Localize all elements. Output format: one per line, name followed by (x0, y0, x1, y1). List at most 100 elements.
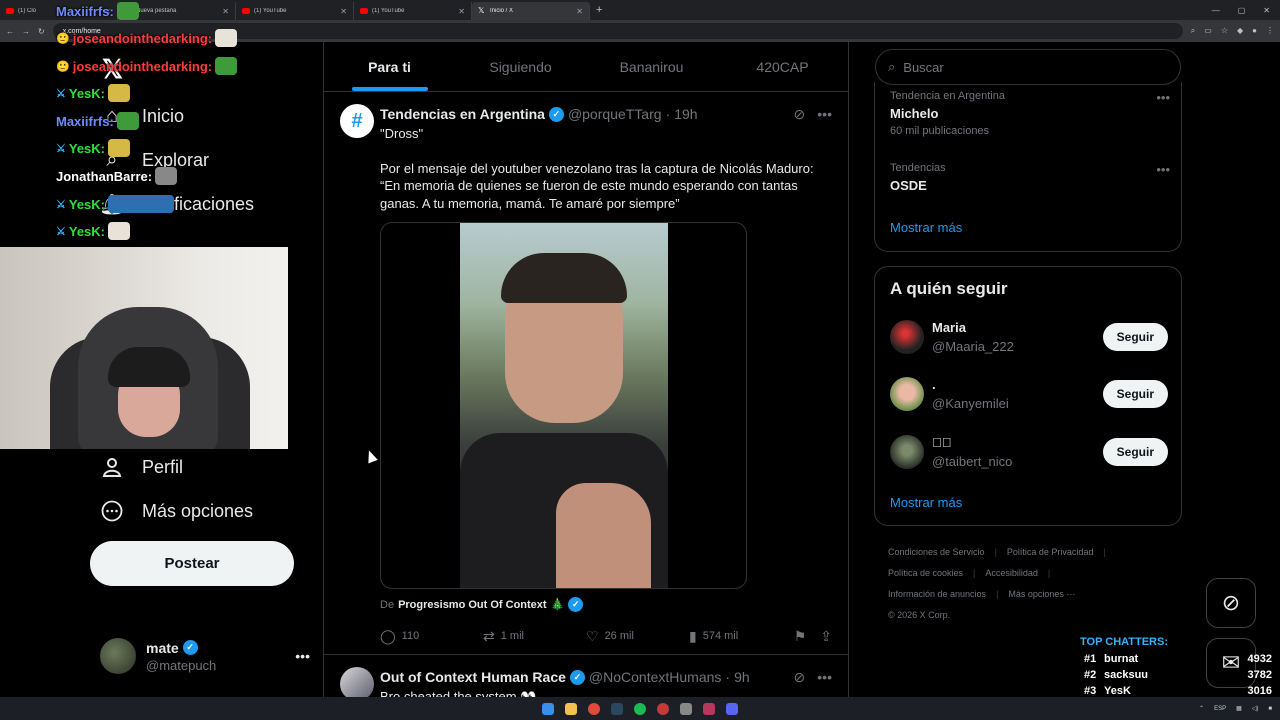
account-handle: @matepuch (146, 657, 217, 673)
close-icon[interactable]: ✕ (458, 7, 465, 16)
profile-icon[interactable]: ● (1252, 26, 1257, 36)
show-more-trends-link[interactable]: Mostrar más (890, 220, 962, 235)
follow-button[interactable]: Seguir (1102, 438, 1168, 466)
more-icon[interactable]: ••• (817, 106, 832, 123)
grok-icon: ⊘ (1221, 590, 1241, 615)
reload-icon[interactable]: ↻ (38, 27, 45, 36)
follow-suggestion[interactable]: . @Kanyemilei Seguir (890, 374, 1168, 414)
search-input[interactable] (903, 59, 1154, 75)
avatar (100, 638, 136, 674)
spotify-icon[interactable] (634, 702, 646, 715)
footer-link[interactable]: Más opciones ··· (1008, 589, 1075, 599)
post-author-name[interactable]: Tendencias en Argentina (380, 106, 545, 122)
post-media-image[interactable] (380, 222, 747, 589)
sword-badge-icon: ⚔ (56, 225, 66, 238)
follow-button[interactable]: Seguir (1102, 323, 1168, 351)
star-icon[interactable]: ☆ (1221, 26, 1228, 36)
account-switcher[interactable]: mate ✓ @matepuch ••• (100, 638, 310, 674)
repost-icon: ⇄ (483, 627, 495, 644)
follow-suggestion[interactable]: 🎭⃠ @taibert_nico Seguir (890, 432, 1168, 472)
extension-icon[interactable]: ◆ (1237, 26, 1243, 36)
grok-button[interactable]: ⊘ (1206, 578, 1256, 628)
sword-badge-icon: ⚔ (56, 142, 66, 155)
views-icon: ▮ (689, 627, 697, 644)
reply-button[interactable]: ◯ 110 (380, 628, 483, 645)
nav-item-profile[interactable]: Perfil (100, 455, 183, 479)
badge-icon: 🙂 (56, 32, 70, 45)
back-icon[interactable]: ← (6, 27, 14, 36)
close-icon[interactable]: ✕ (340, 7, 347, 16)
network-icon[interactable]: ▦ (1236, 705, 1242, 712)
forward-icon[interactable]: → (22, 27, 30, 36)
app-icon[interactable] (657, 702, 669, 715)
sword-badge-icon: ⚔ (56, 198, 66, 211)
browser-tab[interactable]: (1) YouTube ✕ (236, 2, 354, 20)
post-text: Por el mensaje del youtuber venezolano t… (380, 160, 814, 211)
more-icon[interactable]: ••• (295, 648, 310, 664)
file-explorer-icon[interactable] (565, 702, 577, 715)
app-icon[interactable] (703, 702, 715, 715)
top-chatters-title: TOP CHATTERS: (1080, 636, 1169, 648)
post-author-name[interactable]: Out of Context Human Race (380, 669, 566, 685)
repost-button[interactable]: ⇄ 1 mil (483, 628, 586, 645)
emote-icon (108, 84, 131, 102)
close-icon[interactable]: ✕ (222, 7, 229, 16)
discord-icon[interactable] (726, 702, 738, 715)
footer-link[interactable]: Información de anuncios (888, 589, 986, 599)
post-time[interactable]: 19h (674, 106, 697, 122)
views-button[interactable]: ▮ 574 mil (689, 628, 792, 645)
close-icon[interactable]: ✕ (576, 7, 583, 16)
calculator-icon[interactable] (680, 702, 692, 715)
tab-following[interactable]: Siguiendo (455, 42, 586, 91)
post-button[interactable]: Postear (90, 541, 294, 586)
cast-icon[interactable]: ▭ (1204, 26, 1212, 36)
copyright: © 2026 X Corp. (888, 610, 951, 620)
new-tab-button[interactable]: + (596, 4, 602, 16)
emote-icon (108, 222, 131, 240)
chrome-icon[interactable] (588, 702, 600, 715)
zoom-icon[interactable]: ⌕ (1191, 26, 1195, 36)
clock[interactable]: ■ (1268, 706, 1272, 712)
footer-link[interactable]: Accesibilidad (985, 568, 1038, 578)
post-author-handle[interactable]: @NoContextHumans (589, 669, 722, 685)
more-icon[interactable]: ••• (1156, 90, 1170, 105)
post-time[interactable]: 9h (734, 669, 750, 685)
nav-item-more[interactable]: Más opciones (100, 499, 253, 523)
source-link[interactable]: Progresismo Out Of Context (398, 599, 547, 611)
more-icon[interactable]: ••• (1156, 162, 1170, 177)
share-icon[interactable]: ⇪ (820, 628, 832, 645)
footer-link[interactable]: Política de Privacidad (1007, 547, 1094, 557)
grok-icon[interactable]: ⊘ (794, 106, 806, 123)
trend-item[interactable]: Tendencias OSDE ••• (890, 162, 1170, 193)
more-icon[interactable]: ••• (817, 669, 832, 686)
post-author-handle[interactable]: @porqueTTarg (568, 106, 662, 122)
browser-tab-active[interactable]: 𝕏 Inicio / X ✕ (472, 2, 590, 20)
chevron-up-icon[interactable]: ⌃ (1199, 705, 1204, 712)
follow-suggestion[interactable]: Maria @Maaria_222 Seguir (890, 317, 1168, 357)
avatar (890, 320, 924, 354)
maximize-icon[interactable]: ▢ (1238, 6, 1246, 15)
tab-for-you[interactable]: Para ti (324, 42, 455, 91)
minimize-icon[interactable]: — (1212, 6, 1220, 15)
tab-bananirou[interactable]: Bananirou (586, 42, 717, 91)
steam-icon[interactable] (611, 702, 623, 715)
show-more-follow-link[interactable]: Mostrar más (890, 495, 962, 510)
footer-link[interactable]: Política de cookies (888, 568, 963, 578)
browser-tab[interactable]: (1) YouTube ✕ (354, 2, 472, 20)
menu-icon[interactable]: ⋮ (1266, 26, 1274, 36)
post[interactable]: # Tendencias en Argentina ✓ @porqueTTarg… (324, 92, 848, 655)
follow-button[interactable]: Seguir (1102, 380, 1168, 408)
grok-icon[interactable]: ⊘ (794, 669, 806, 686)
volume-icon[interactable]: ◁) (1252, 705, 1259, 712)
bookmark-icon[interactable]: ⚑ (794, 628, 807, 645)
tab-420cap[interactable]: 420CAP (717, 42, 848, 91)
like-button[interactable]: ♡ 26 mil (586, 628, 689, 645)
search-box[interactable]: ⌕ (875, 49, 1181, 85)
footer-link[interactable]: Condiciones de Servicio (888, 547, 985, 557)
avatar[interactable] (340, 667, 374, 701)
trend-item[interactable]: Tendencia en Argentina Michelo 60 mil pu… (890, 90, 1170, 137)
close-window-icon[interactable]: ✕ (1263, 6, 1270, 15)
windows-start-icon[interactable] (542, 702, 554, 715)
language-icon[interactable]: ESP (1214, 706, 1226, 712)
hashtag-avatar-icon[interactable]: # (340, 104, 374, 138)
